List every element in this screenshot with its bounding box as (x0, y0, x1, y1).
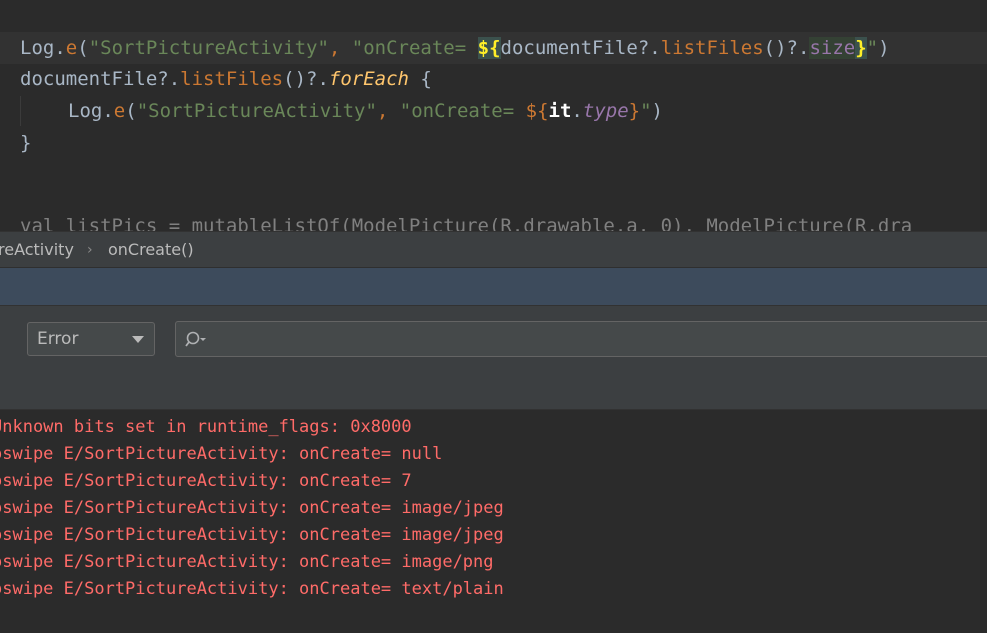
code-token: forEach (328, 68, 409, 90)
code-token: type (582, 100, 629, 122)
breadcrumb-class[interactable]: reActivity (0, 232, 74, 268)
code-token: , (328, 37, 352, 59)
log-line: oswipe E/SortPictureActivity: onCreate= … (0, 579, 504, 599)
chevron-down-icon (132, 336, 144, 343)
log-line: Unknown bits set in runtime_flags: 0x800… (0, 417, 412, 437)
code-token: ?. (637, 37, 661, 59)
code-token: documentFile (500, 37, 638, 59)
code-token: , (376, 100, 400, 122)
code-token: val listPics = mutableListOf(ModelPictur… (20, 215, 913, 231)
log-line: oswipe E/SortPictureActivity: onCreate= … (0, 444, 443, 464)
code-token: Log (68, 100, 103, 122)
code-token: size (809, 37, 856, 59)
code-token: Log (20, 37, 55, 59)
brace-match-close: } (855, 37, 867, 59)
code-line-1: Log.e("SortPictureActivity", "onCreate= … (0, 32, 987, 64)
code-token: { (408, 68, 432, 90)
code-line-4: } (0, 127, 987, 159)
breadcrumb-method[interactable]: onCreate() (108, 232, 194, 268)
logcat-toolbar (0, 267, 987, 306)
code-token: ?. (157, 68, 181, 90)
code-token: ${ (525, 100, 549, 122)
code-token: . (102, 100, 114, 122)
code-token: listFiles (180, 68, 284, 90)
code-token: . (571, 100, 583, 122)
code-token: "SortPictureActivity" (136, 100, 377, 122)
code-token: it (548, 100, 572, 122)
logcat-filter-bar: Error (0, 305, 987, 410)
code-token: ( (125, 100, 137, 122)
code-token: e (65, 37, 78, 59)
code-token: () (763, 37, 787, 59)
code-line-5-partial: val listPics = mutableListOf(ModelPictur… (0, 210, 987, 231)
log-line: oswipe E/SortPictureActivity: onCreate= … (0, 498, 504, 518)
code-token: "onCreate= (351, 37, 478, 59)
code-token: listFiles (660, 37, 764, 59)
code-token: ) (878, 37, 890, 59)
chevron-right-icon: › (87, 242, 93, 258)
code-line-2: documentFile?.listFiles()?.forEach { (0, 63, 987, 95)
logcat-search[interactable] (175, 321, 987, 357)
code-token: "SortPictureActivity" (88, 37, 329, 59)
logcat-output[interactable]: Unknown bits set in runtime_flags: 0x800… (0, 409, 987, 633)
code-token: ) (651, 100, 663, 122)
brace-match-open: ${ (477, 37, 501, 59)
log-level-value: Error (37, 329, 79, 349)
code-token: ?. (306, 68, 329, 90)
code-token: " (640, 100, 652, 122)
code-token: . (54, 37, 66, 59)
code-token: ?. (786, 37, 810, 59)
log-line: oswipe E/SortPictureActivity: onCreate= … (0, 525, 504, 545)
code-token: e (113, 100, 126, 122)
code-line-3: Log.e("SortPictureActivity", "onCreate= … (0, 95, 987, 127)
code-token: " (866, 37, 879, 59)
breadcrumb: reActivity › onCreate() (0, 231, 987, 268)
code-editor[interactable]: Log.e("SortPictureActivity", "onCreate= … (0, 0, 987, 231)
log-line: oswipe E/SortPictureActivity: onCreate= … (0, 552, 494, 572)
ide-window: Log.e("SortPictureActivity", "onCreate= … (0, 0, 987, 633)
log-line: oswipe E/SortPictureActivity: onCreate= … (0, 471, 412, 491)
code-token: () (283, 68, 307, 90)
code-token: } (20, 132, 32, 154)
code-token: documentFile (20, 68, 158, 90)
code-token: } (628, 100, 641, 122)
code-token: ( (77, 37, 89, 59)
code-token: "onCreate= (399, 100, 526, 122)
log-level-dropdown[interactable]: Error (27, 322, 155, 356)
search-icon[interactable] (185, 330, 207, 348)
search-input[interactable] (216, 326, 987, 354)
